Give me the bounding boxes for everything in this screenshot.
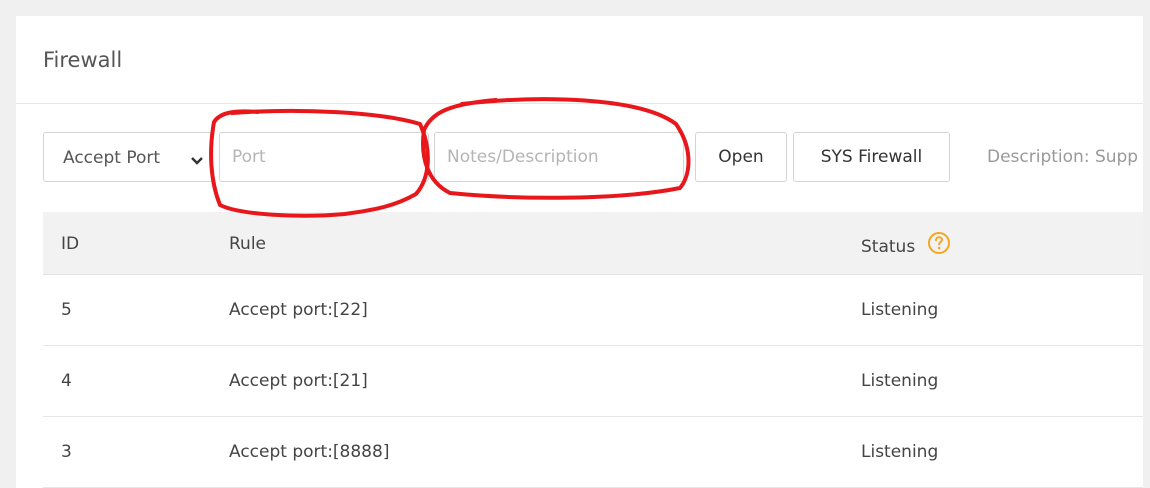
rule-text: Accept port:[21] (229, 371, 368, 391)
column-header-rule: Rule (229, 234, 267, 254)
port-input[interactable] (220, 133, 428, 181)
column-header-status-label: Status (861, 237, 916, 257)
column-header-id: ID (61, 234, 80, 254)
table-row: 5 Accept port:[22] Listening (43, 275, 1143, 346)
page-title: Firewall (43, 48, 123, 72)
column-header-status: Status (861, 231, 951, 260)
rule-status: Listening (861, 371, 939, 391)
rule-id: 5 (61, 300, 72, 320)
rule-type-selected: Accept Port (63, 148, 161, 168)
rule-type-select[interactable]: Accept Port (43, 132, 213, 182)
firewall-rules-table: ID Rule Status 5 Accept port:[22] Listen… (43, 212, 1143, 488)
rule-text: Accept port:[22] (229, 300, 368, 320)
sys-firewall-button[interactable]: SYS Firewall (793, 132, 950, 182)
open-button[interactable]: Open (695, 132, 787, 182)
description-text: Description: Supp (987, 147, 1139, 167)
panel-header: Firewall (16, 16, 1143, 104)
table-row: 4 Accept port:[21] Listening (43, 346, 1143, 417)
question-circle-icon[interactable] (927, 231, 951, 260)
firewall-panel: Firewall Accept Port Open SYS Firewall D… (16, 16, 1143, 488)
port-input-wrapper (219, 132, 429, 182)
rule-id: 3 (61, 442, 72, 462)
notes-input-wrapper (434, 132, 684, 182)
rule-status: Listening (861, 442, 939, 462)
rule-id: 4 (61, 371, 72, 391)
rule-status: Listening (861, 300, 939, 320)
chevron-down-icon (190, 152, 204, 172)
notes-description-input[interactable] (435, 133, 683, 181)
table-row: 3 Accept port:[8888] Listening (43, 417, 1143, 488)
table-header: ID Rule Status (43, 212, 1143, 275)
rule-text: Accept port:[8888] (229, 442, 390, 462)
